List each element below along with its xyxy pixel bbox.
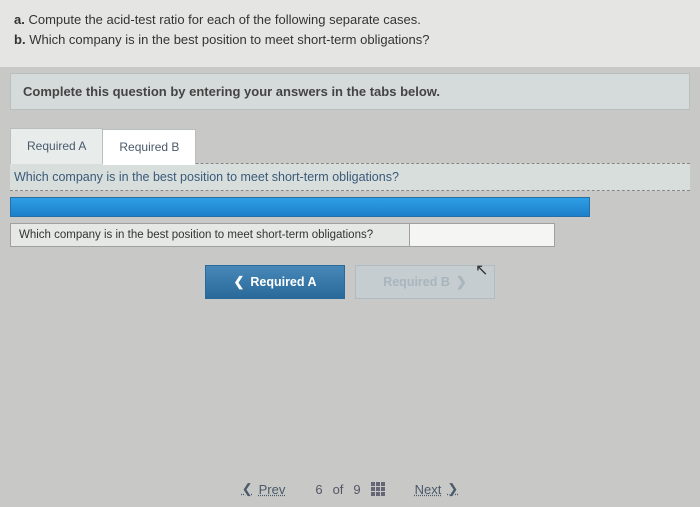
next-page-button[interactable]: Next ❯ [415, 481, 459, 497]
part-a-label: a. [14, 12, 25, 27]
instruction-bar: Complete this question by entering your … [10, 73, 690, 110]
chevron-right-icon: ❯ [456, 274, 467, 290]
chevron-left-icon: ❮ [242, 481, 253, 497]
prev-required-a-button[interactable]: ❮ Required A [205, 265, 345, 299]
answer-row: Which company is in the best position to… [10, 223, 690, 247]
page-of: of [333, 482, 344, 497]
instruction-text: Complete this question by entering your … [23, 84, 440, 99]
answer-label-text: Which company is in the best position to… [19, 229, 373, 241]
next-page-label: Next [415, 482, 442, 497]
answer-input[interactable] [410, 223, 555, 247]
tab-prompt-text: Which company is in the best position to… [14, 170, 399, 184]
tab-required-b[interactable]: Required B [102, 129, 196, 165]
part-b-text: Which company is in the best position to… [29, 32, 429, 47]
content-area: Required A Required B Which company is i… [10, 128, 690, 299]
tab-nav-row: ❮ Required A Required B ❯ [10, 265, 690, 299]
blue-header-bar [10, 197, 590, 217]
tab-required-a[interactable]: Required A [10, 128, 103, 164]
grid-icon[interactable] [371, 482, 385, 496]
chevron-right-icon: ❯ [447, 481, 458, 497]
bottom-nav: ❮ Prev 6 of 9 Next ❯ [0, 481, 700, 497]
tabs: Required A Required B [10, 128, 690, 164]
chevron-left-icon: ❮ [233, 274, 244, 290]
page-indicator: 6 of 9 [315, 482, 384, 497]
prev-button-label: Required A [250, 275, 316, 289]
page-total: 9 [353, 482, 360, 497]
answer-label-cell: Which company is in the best position to… [10, 223, 410, 247]
next-required-b-button: Required B ❯ [355, 265, 495, 299]
prev-page-label: Prev [259, 482, 286, 497]
next-button-label: Required B [383, 275, 450, 289]
prev-page-button[interactable]: ❮ Prev [242, 481, 286, 497]
tab-panel-prompt: Which company is in the best position to… [10, 163, 690, 191]
page-current: 6 [315, 482, 322, 497]
part-b-label: b. [14, 32, 26, 47]
question-header: a. Compute the acid-test ratio for each … [0, 0, 700, 67]
part-a-text: Compute the acid-test ratio for each of … [28, 12, 420, 27]
